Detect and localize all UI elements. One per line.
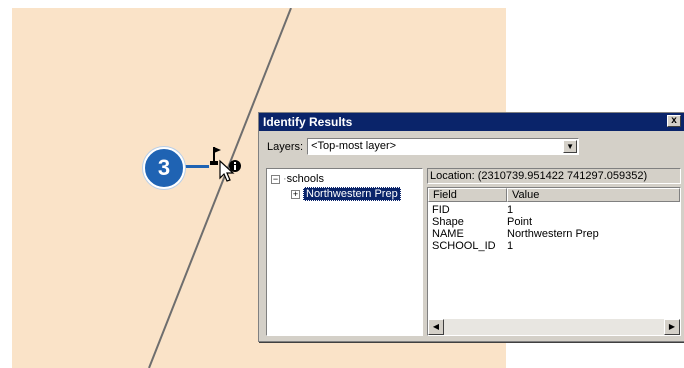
column-header-field[interactable]: Field — [428, 188, 507, 202]
grid-row[interactable]: FID 1 — [432, 204, 513, 216]
grid-row[interactable]: Shape Point — [432, 216, 532, 228]
grid-row[interactable]: SCHOOL_ID 1 — [432, 240, 513, 252]
grid-header: Field Value — [428, 188, 680, 202]
value-cell: Northwestern Prep — [507, 228, 599, 240]
identify-cursor-icon — [210, 147, 241, 182]
expand-icon[interactable]: + — [291, 189, 300, 199]
location-readout: Location: (2310739.951422 741297.059352) — [427, 168, 681, 184]
value-cell: 1 — [507, 240, 514, 252]
tree-item-label: schools — [286, 173, 324, 185]
results-tree[interactable]: − · schools + Northwestern Prep — [266, 168, 423, 336]
layers-label: Layers: — [267, 140, 304, 153]
field-cell: SCHOOL_ID — [432, 240, 496, 252]
dropdown-arrow-icon[interactable]: ▼ — [563, 140, 578, 153]
field-cell: FID — [432, 204, 450, 216]
field-cell: Shape — [432, 216, 464, 228]
horizontal-scrollbar[interactable]: ◀ ▶ — [428, 319, 680, 335]
tree-item-label-selected: Northwestern Prep — [303, 187, 401, 201]
tree-item-schools[interactable]: − · schools — [271, 172, 324, 186]
value-cell: Point — [507, 216, 533, 228]
tree-item-northwestern-prep[interactable]: + Northwestern Prep — [291, 187, 401, 201]
attribute-grid[interactable]: Field Value FID 1 Shape Point NAME North… — [427, 187, 681, 336]
layers-dropdown-value: <Top-most layer> — [311, 140, 397, 152]
identify-results-dialog: Identify Results x Layers: <Top-most lay… — [258, 112, 684, 342]
collapse-icon[interactable]: − — [271, 174, 280, 184]
layers-row: Layers: <Top-most layer> ▼ — [267, 138, 580, 155]
dialog-title: Identify Results — [263, 115, 353, 129]
grid-row[interactable]: NAME Northwestern Prep — [432, 228, 599, 240]
value-cell: 1 — [507, 204, 514, 216]
scroll-left-icon[interactable]: ◀ — [428, 319, 444, 335]
field-cell: NAME — [432, 228, 464, 240]
column-header-value[interactable]: Value — [507, 188, 680, 202]
layers-dropdown[interactable]: <Top-most layer> ▼ — [307, 138, 580, 155]
step-badge: 3 — [143, 147, 185, 189]
close-button[interactable]: x — [667, 115, 681, 127]
scroll-right-icon[interactable]: ▶ — [664, 319, 680, 335]
dialog-titlebar[interactable]: Identify Results x — [259, 113, 684, 131]
